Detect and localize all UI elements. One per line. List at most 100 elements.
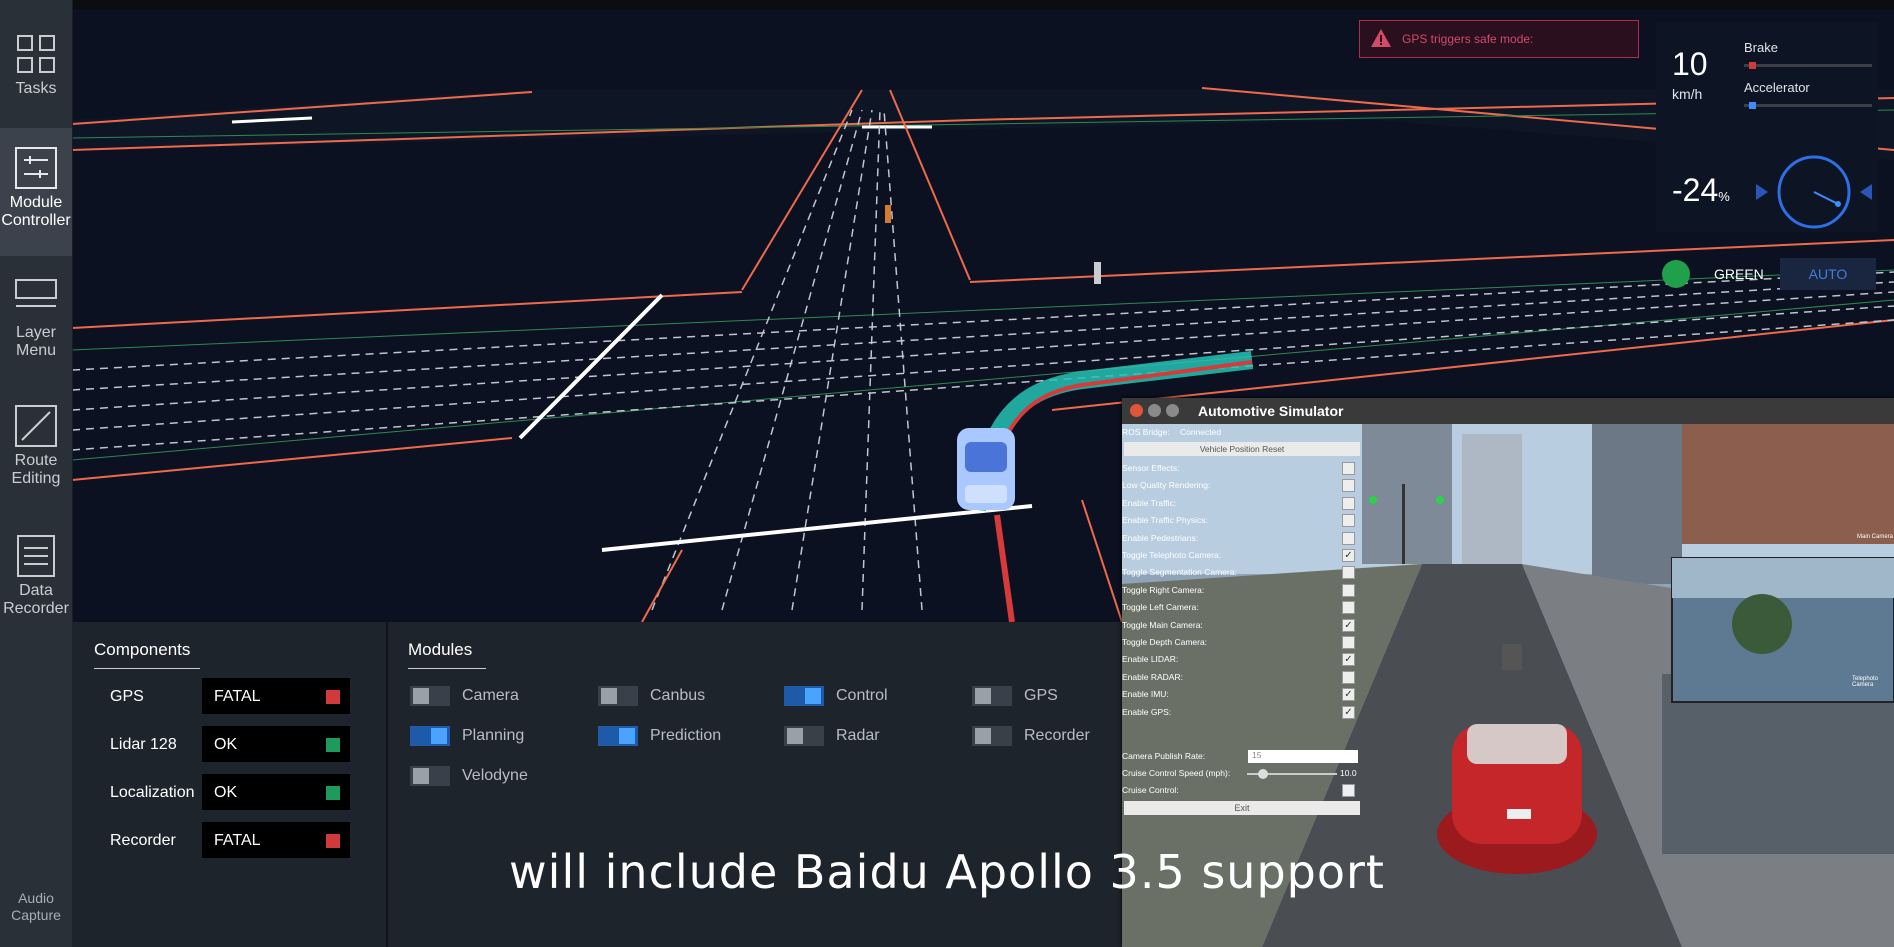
toggle-switch[interactable] [410,766,450,786]
setting-label: Toggle Left Camera: [1122,602,1199,613]
setting-checkbox[interactable]: ✓ [1342,653,1355,667]
toggle-switch[interactable] [784,726,824,746]
setting-checkbox[interactable]: ✓ [1342,618,1355,632]
setting-label: Sensor Effects: [1122,463,1180,473]
setting-label: Enable GPS: [1122,706,1172,717]
setting-label: Enable Traffic Physics: [1122,515,1208,526]
ros-bridge-row: ROS Bridge: Connected [1122,426,1362,440]
component-name: Localization [110,784,195,801]
setting-checkbox[interactable] [1342,496,1355,510]
toggle-switch[interactable] [972,726,1012,746]
setting-label: Enable Traffic: [1122,497,1177,508]
component-name: GPS [110,688,144,705]
setting-checkbox[interactable] [1342,566,1355,580]
minimize-icon[interactable] [1148,404,1161,417]
component-status: OK [214,736,238,753]
setting-label: Toggle Segmentation Camera: [1122,567,1237,578]
close-icon[interactable] [1130,404,1143,417]
sidebar-item-layer-menu[interactable]: Layer Menu [0,276,72,376]
maximize-icon[interactable] [1166,404,1179,417]
module-label: Velodyne [462,767,528,784]
speed-unit: km/h [1672,86,1703,102]
sidebar-item-label: Data [19,582,53,599]
setting-checkbox[interactable]: ✓ [1342,688,1355,702]
toggle-switch[interactable] [972,686,1012,706]
setting-checkbox[interactable] [1342,636,1355,649]
simulator-title: Automotive Simulator [1198,403,1344,419]
ros-bridge-status: Connected [1180,427,1222,437]
video-subtitle: will include Baidu Apollo 3.5 support [509,845,1385,899]
setting-checkbox[interactable] [1342,479,1355,493]
sidebar-item-label: Capture [11,907,61,923]
sidebar-item-label: Layer [15,324,57,341]
toggle-switch[interactable] [410,686,450,706]
simulator-setting-row: Enable Traffic: [1122,496,1362,511]
setting-label: Enable RADAR: [1122,671,1183,682]
sidebar-item-tasks[interactable]: Tasks [0,32,72,110]
module-label: Canbus [650,687,706,704]
components-title: Components [94,640,200,669]
cruise-speed-slider-handle[interactable] [1258,769,1268,779]
simulator-setting-row: Toggle Segmentation Camera: [1122,566,1362,580]
status-led [326,738,340,752]
toggle-switch[interactable] [598,726,638,746]
setting-checkbox[interactable] [1342,462,1355,475]
module-label: Planning [462,727,525,744]
sidebar-item-label: Route [14,452,58,469]
toggle-switch[interactable] [598,686,638,706]
toggle-switch[interactable] [410,726,450,746]
module-label: Control [836,687,888,704]
setting-checkbox[interactable] [1342,670,1355,684]
setting-label: Toggle Right Camera: [1122,584,1205,595]
accelerator-bar-fill [1748,102,1756,109]
setting-label: Enable LIDAR: [1122,654,1179,665]
simulator-setting-row: Enable LIDAR: ✓ [1122,653,1362,667]
module-label: Recorder [1024,727,1090,744]
setting-checkbox[interactable] [1342,583,1355,597]
module-label: Prediction [650,727,722,744]
vehicle-reset-button[interactable]: Vehicle Position Reset [1124,442,1360,456]
sidebar-item-module-controller[interactable]: Module Controller [0,128,72,256]
component-row: Localization OK [72,774,386,810]
brake-bar-fill [1748,62,1756,69]
publish-rate-input[interactable]: 15 [1248,750,1358,763]
sidebar-item-label: Controller [1,212,71,229]
component-status-box: FATAL [202,678,350,714]
status-led [326,786,340,800]
toggle-switch[interactable] [784,686,824,706]
cruise-control-checkbox[interactable] [1342,784,1355,797]
setting-checkbox[interactable] [1342,531,1355,545]
recorder-icon [0,534,72,578]
ros-bridge-label: ROS Bridge: [1122,427,1170,437]
exit-button[interactable]: Exit [1124,801,1360,815]
status-led [326,690,340,704]
steering-wheel-icon [1756,155,1872,229]
status-row: GREEN AUTO [1656,256,1878,292]
module-label: GPS [1024,687,1058,704]
sidebar-item-label: Tasks [15,80,57,97]
simulator-setting-row: Toggle Depth Camera: [1122,636,1362,650]
sidebar-item-data-recorder[interactable]: Data Recorder [0,534,72,634]
top-strip [0,0,1894,10]
setting-checkbox[interactable]: ✓ [1342,705,1355,719]
setting-checkbox[interactable] [1342,514,1355,528]
simulator-setting-row: Toggle Right Camera: [1122,583,1362,598]
sidebar-item-route-editing[interactable]: Route Editing [0,404,72,504]
setting-label: Toggle Main Camera: [1122,619,1203,630]
layer-icon [0,276,72,320]
simulator-titlebar[interactable]: Automotive Simulator [1122,398,1894,424]
driving-mode-badge[interactable]: AUTO [1780,258,1876,290]
brake-label: Brake [1744,40,1778,55]
warning-icon [1370,28,1392,51]
speed-value: 10 [1672,46,1708,82]
vehicle-dashboard: 10 km/h Brake Accelerator -24% [1656,22,1878,232]
setting-label: Enable IMU: [1122,689,1169,700]
sidebar-item-label: Module [9,194,63,211]
sidebar-item-label: Editing [11,470,61,487]
simulator-setting-row: Toggle Main Camera: ✓ [1122,618,1362,633]
publish-rate-row: Camera Publish Rate: 15 [1122,750,1362,764]
component-name: Lidar 128 [110,736,177,753]
setting-checkbox[interactable]: ✓ [1342,549,1355,562]
setting-checkbox[interactable] [1342,601,1355,615]
tasks-icon [0,32,72,76]
